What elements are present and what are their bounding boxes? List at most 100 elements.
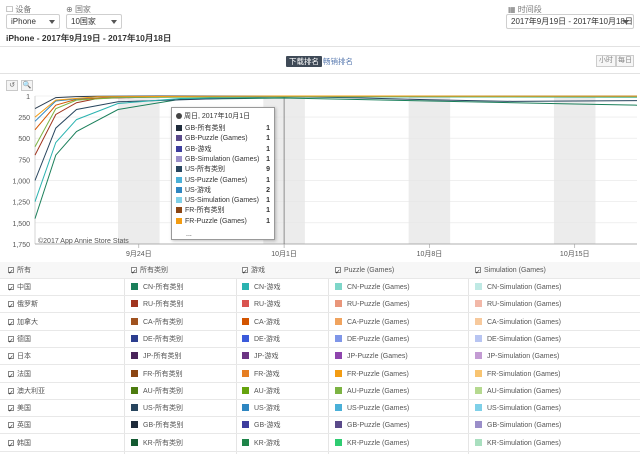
legend-series-item[interactable]: US-Puzzle (Games) xyxy=(335,400,409,417)
checkbox-icon[interactable] xyxy=(8,333,14,350)
legend-series-item[interactable]: KR-Puzzle (Games) xyxy=(335,435,409,452)
legend-series-item[interactable]: CN-游戏 xyxy=(242,279,280,296)
legend-header-puzzle[interactable]: Puzzle (Games) xyxy=(335,262,394,281)
legend-series-item[interactable]: CN-所有类别 xyxy=(131,279,183,296)
legend-country[interactable]: 英国 xyxy=(8,417,31,436)
y-tick-label: 750 xyxy=(18,157,30,164)
legend-series-item[interactable]: CN-Puzzle (Games) xyxy=(335,279,410,296)
legend-country[interactable]: 韩国 xyxy=(8,435,31,454)
color-swatch xyxy=(242,283,249,290)
legend-country[interactable]: 加拿大 xyxy=(8,314,38,333)
tab-downloads-rank[interactable]: 下载排名 xyxy=(286,56,322,67)
legend-series-item[interactable]: GB-游戏 xyxy=(242,417,280,434)
checkbox-icon[interactable] xyxy=(8,437,14,454)
legend-series-item[interactable]: FR-Simulation (Games) xyxy=(475,366,561,383)
legend-series-item[interactable]: JP-所有类别 xyxy=(131,348,182,365)
color-swatch xyxy=(131,283,138,290)
date-range-select[interactable]: 2017年9月19日 - 2017年10月18日 xyxy=(506,14,634,29)
legend-series-item[interactable]: US-所有类别 xyxy=(131,400,183,417)
color-swatch xyxy=(131,386,138,394)
legend-series-item[interactable]: GB-Simulation (Games) xyxy=(475,417,561,434)
legend-series-item[interactable]: CA-游戏 xyxy=(242,314,280,331)
color-swatch xyxy=(131,369,138,377)
legend-series-item[interactable]: FR-Puzzle (Games) xyxy=(335,366,409,383)
legend-series-item[interactable]: DE-所有类别 xyxy=(131,331,183,348)
checkbox-icon[interactable] xyxy=(8,419,14,436)
legend-series-item[interactable]: CA-Puzzle (Games) xyxy=(335,314,409,331)
color-swatch xyxy=(335,386,342,394)
tab-revenue-rank[interactable]: 畅销排名 xyxy=(320,56,356,67)
legend-header-all[interactable]: 所有 xyxy=(8,262,31,281)
legend-series-item[interactable]: CA-所有类别 xyxy=(131,314,183,331)
color-swatch xyxy=(131,317,138,325)
legend-series-item[interactable]: CA-Simulation (Games) xyxy=(475,314,561,331)
legend-series-item[interactable]: GB-Puzzle (Games) xyxy=(335,417,410,434)
chevron-down-icon xyxy=(623,20,629,24)
legend-series-item[interactable]: US-游戏 xyxy=(242,400,280,417)
checkbox-icon[interactable] xyxy=(8,281,14,298)
legend-row: 加拿大 CA-所有类别 CA-游戏 CA-Puzzle (Games) CA-Simul… xyxy=(0,314,640,333)
legend-series-item[interactable]: AU-所有类别 xyxy=(131,383,183,400)
legend-series-item[interactable]: DE-Simulation (Games) xyxy=(475,331,561,348)
legend-series-item[interactable]: FR-所有类别 xyxy=(131,366,183,383)
color-swatch xyxy=(335,404,342,412)
legend-series-item[interactable]: RU-所有类别 xyxy=(131,296,183,313)
legend-header-simulation[interactable]: Simulation (Games) xyxy=(475,262,546,281)
daily-button[interactable]: 每日 xyxy=(616,55,634,67)
y-tick-label: 500 xyxy=(18,136,30,143)
legend-series-item[interactable]: DE-Puzzle (Games) xyxy=(335,331,409,348)
checkbox-icon[interactable] xyxy=(8,316,14,333)
legend-header-games[interactable]: 游戏 xyxy=(242,262,265,281)
checkbox-icon[interactable] xyxy=(8,385,14,402)
checkbox-icon[interactable] xyxy=(8,298,14,315)
legend-series-item[interactable]: RU-Puzzle (Games) xyxy=(335,296,410,313)
color-swatch xyxy=(176,135,182,142)
color-swatch xyxy=(131,404,138,412)
legend-country[interactable]: 日本 xyxy=(8,348,31,367)
legend-country[interactable]: 澳大利亚 xyxy=(8,383,45,402)
color-swatch xyxy=(475,283,482,290)
legend-series-item[interactable]: AU-Simulation (Games) xyxy=(475,383,561,400)
legend-series-item[interactable]: AU-Puzzle (Games) xyxy=(335,383,409,400)
legend-series-item[interactable]: US-Simulation (Games) xyxy=(475,400,561,417)
legend-country[interactable]: 美国 xyxy=(8,400,31,419)
divider xyxy=(0,73,640,74)
color-swatch xyxy=(176,176,182,183)
legend-header-row: 所有 所有类别 游戏 Puzzle (Games) Simulation (Ga… xyxy=(0,262,640,281)
x-tick-label: 10月15日 xyxy=(560,250,590,258)
legend-country[interactable]: 德国 xyxy=(8,331,31,350)
legend-series-item[interactable]: AU-游戏 xyxy=(242,383,280,400)
checkbox-icon xyxy=(335,264,341,281)
legend-series-item[interactable]: CN-Simulation (Games) xyxy=(475,279,561,296)
legend-series-item[interactable]: KR-游戏 xyxy=(242,435,280,452)
legend-header-all-categories[interactable]: 所有类别 xyxy=(131,262,168,281)
checkbox-icon[interactable] xyxy=(8,402,14,419)
legend-series-item[interactable]: KR-Simulation (Games) xyxy=(475,435,561,452)
color-swatch xyxy=(176,197,182,204)
x-tick-label: 10月1日 xyxy=(271,250,297,258)
legend-row: 韩国 KR-所有类别 KR-游戏 KR-Puzzle (Games) KR-Simula… xyxy=(0,435,640,454)
legend-series-item[interactable]: JP-游戏 xyxy=(242,348,279,365)
legend-country[interactable]: 法国 xyxy=(8,366,31,385)
hourly-button[interactable]: 小时 xyxy=(596,55,616,67)
legend-series-item[interactable]: GB-所有类别 xyxy=(131,417,183,434)
legend-country[interactable]: 俄罗斯 xyxy=(8,296,38,315)
legend-series-item[interactable]: KR-所有类别 xyxy=(131,435,183,452)
legend-series-item[interactable]: RU-Simulation (Games) xyxy=(475,296,561,313)
color-swatch xyxy=(475,317,482,325)
legend-series-item[interactable]: FR-游戏 xyxy=(242,366,280,383)
watermark: ©2017 App Annie Store Stats xyxy=(38,237,129,245)
color-swatch xyxy=(242,386,249,394)
calendar-icon: ▦ xyxy=(508,5,516,14)
legend-country[interactable]: 中国 xyxy=(8,279,31,298)
checkbox-icon[interactable] xyxy=(8,350,14,367)
legend-series-item[interactable]: RU-游戏 xyxy=(242,296,280,313)
country-select[interactable]: 10国家 xyxy=(66,14,122,29)
device-select[interactable]: iPhone xyxy=(6,14,60,29)
legend-series-item[interactable]: JP-Puzzle (Games) xyxy=(335,348,408,365)
checkbox-icon[interactable] xyxy=(8,368,14,385)
tooltip-row: US-Puzzle (Games) 1 xyxy=(176,176,270,186)
legend-series-item[interactable]: JP-Simulation (Games) xyxy=(475,348,559,365)
legend-series-item[interactable]: DE-游戏 xyxy=(242,331,280,348)
color-swatch xyxy=(475,438,482,446)
